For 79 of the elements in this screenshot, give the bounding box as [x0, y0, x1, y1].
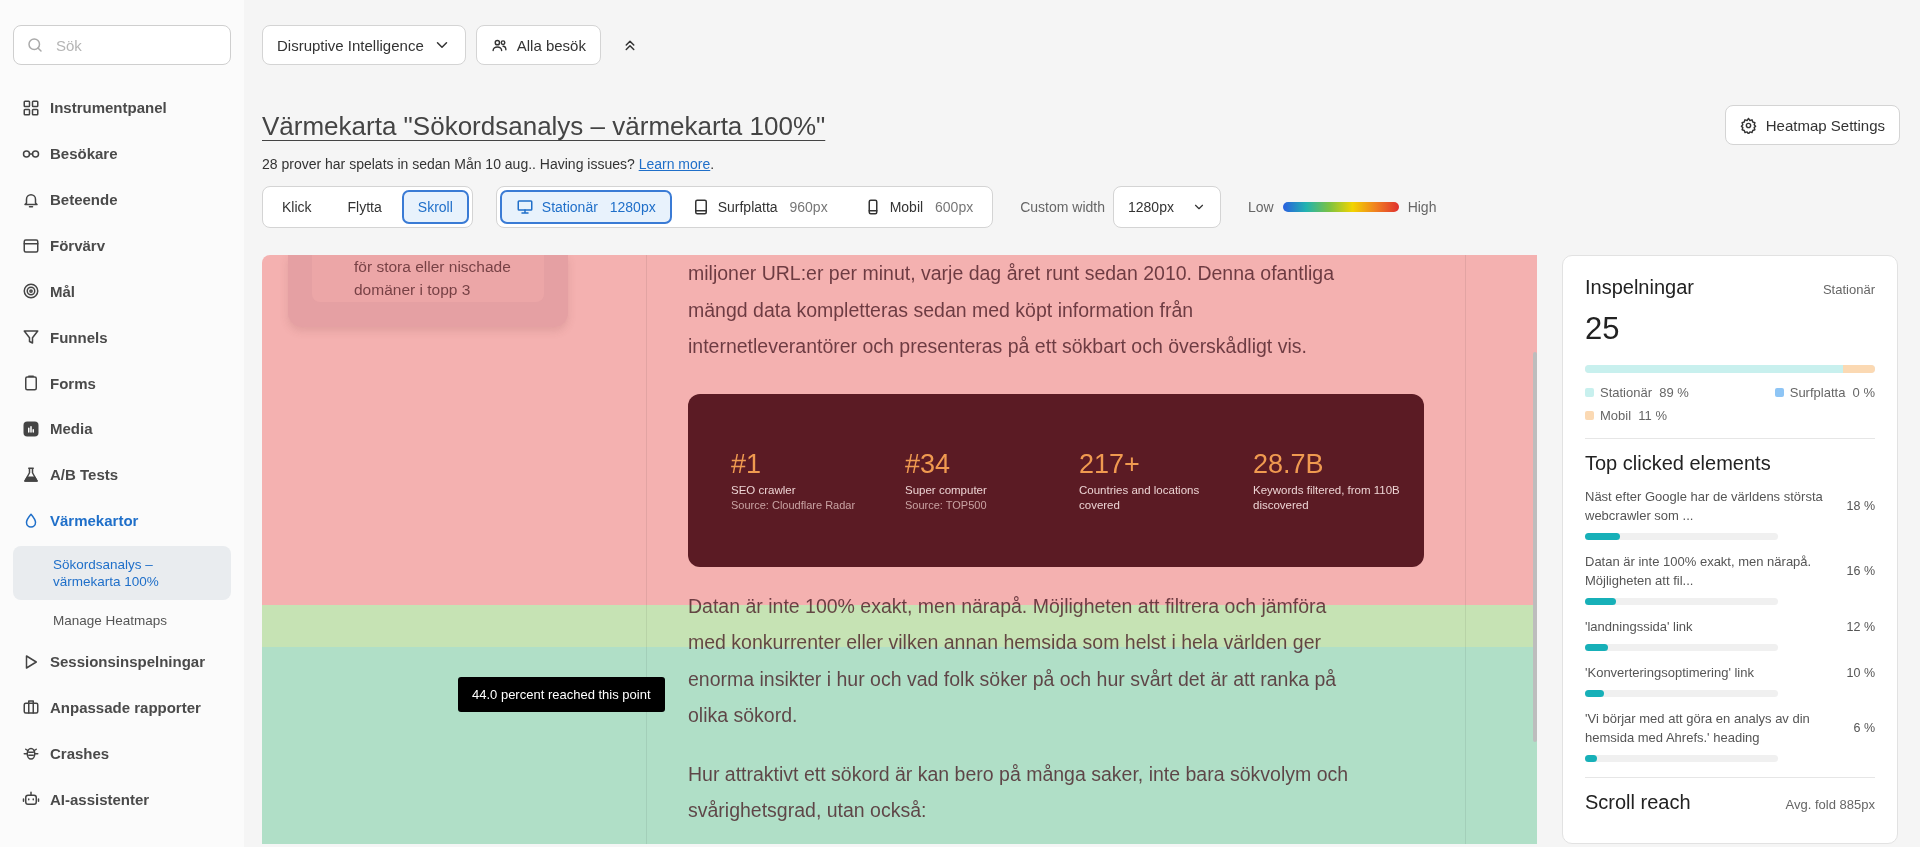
device-label: Stationär: [1822, 282, 1875, 297]
nav-item[interactable]: Anpassade rapporter: [13, 684, 231, 731]
nav-item[interactable]: Förvärv: [13, 222, 231, 269]
nav-item[interactable]: AI-assistenter: [13, 776, 231, 823]
nav-item[interactable]: A/B Tests: [13, 451, 231, 498]
paragraph-text: Datan är inte 100% exakt, men närapå. Möjligheten att filtrera och jämföra med konkurrenter eller vilken annan hemsida som helst i hela världen ger enorma insikter i hur och vad folk söker på och hur svårt det är att ranka på olika sökord.: [688, 593, 1338, 728]
device-tab[interactable]: Mobil 600px: [847, 190, 990, 224]
learn-more-link[interactable]: Learn more: [638, 156, 711, 172]
nav-item[interactable]: Besökare: [13, 130, 231, 177]
media-chart-icon: [22, 419, 40, 438]
click-percentage: 18 %: [1845, 499, 1875, 513]
stat-value: #1: [731, 447, 763, 480]
element-label: 'Konverteringsoptimering' link: [1585, 664, 1755, 682]
paragraph-text: Hur attraktivt ett sökord är kan bero på många saker, inte bara sökvolym och svårighetsgrad, utan också:: [688, 761, 1350, 823]
funnel-icon: [22, 328, 40, 347]
target-icon: [22, 282, 40, 301]
paragraph-text: miljoner URL:er per minut, varje dag året runt sedan 2010. Denna ofantliga mängd data kompletteras sedan med köpt information från internetleverantörer och presenteras på ett sökbart och överskådligt vis.: [688, 261, 1336, 359]
page-title: Värmekarta "Sökordsanalys – värmekarta 100%": [262, 111, 826, 142]
heatmap-type-tab[interactable]: Skroll: [401, 190, 469, 224]
stat-source: Source: Cloudflare Radar: [731, 497, 857, 513]
stat-label: SEO crawler: [731, 482, 797, 498]
tooltip: 44.0 percent reached this point: [458, 677, 665, 712]
clipboard-icon: [22, 374, 40, 393]
click-percentage: 10 %: [1845, 665, 1875, 680]
stat-label: Countries and locations covered: [1079, 482, 1201, 513]
section-title: Top clicked elements: [1585, 452, 1772, 475]
nav-item[interactable]: Mål: [13, 268, 231, 315]
grid-icon: [22, 98, 40, 117]
heatmap-type-tab[interactable]: Klick: [266, 190, 328, 224]
nav-subitem[interactable]: Manage Heatmaps: [13, 603, 231, 637]
monitor-icon: [515, 198, 534, 216]
site-selector[interactable]: Disruptive Intelligence: [262, 25, 466, 65]
element-label: 'landningssida' link: [1585, 618, 1694, 636]
nav-subitem[interactable]: Sökordsanalys – värmekarta 100%: [13, 545, 231, 600]
flask-icon: [22, 465, 40, 484]
heatmap-settings-button[interactable]: Heatmap Settings: [1724, 105, 1900, 145]
panel-title: Inspelningar: [1585, 276, 1694, 299]
element-label: Näst efter Google har de världens största webcrawler som ...: [1585, 488, 1824, 525]
legend-low-label: Low: [1247, 199, 1274, 215]
legend-label: Mobil 11 %: [1600, 408, 1667, 423]
recording-info-text: 28 prover har spelats in sedan Mån 10 aug.. Having issues? Learn more.: [262, 156, 716, 172]
element-label: 'Vi börjar med att göra en analys av din hemsida med Ahrefs.' heading: [1585, 710, 1811, 747]
avg-fold-label: Avg. fold 885px: [1785, 797, 1875, 812]
element-label: Datan är inte 100% exakt, men närapå. Möjligheten att fil...: [1585, 553, 1813, 590]
search-icon: [26, 36, 44, 54]
legend-label: Stationär 89 %: [1600, 385, 1689, 400]
heatmap-type-tab[interactable]: Flytta: [331, 190, 398, 224]
device-tab[interactable]: Stationär 1280px: [499, 190, 672, 224]
stat-label: Keywords filtered, from 110B discovered: [1253, 482, 1401, 513]
nav-item[interactable]: Forms: [13, 360, 231, 406]
card-text: för stora eller nischade domäner i topp 3: [312, 255, 544, 302]
nav-item[interactable]: Funnels: [13, 314, 231, 361]
click-percentage: 16 %: [1845, 564, 1875, 578]
stat-value: 28.7B: [1253, 447, 1325, 480]
click-percentage: 6 %: [1852, 721, 1875, 735]
stat-value: 217+: [1079, 447, 1141, 480]
nav-item[interactable]: Värmekartor: [13, 497, 231, 544]
nav-item[interactable]: Beteende: [13, 176, 231, 223]
nav-item[interactable]: Sessionsinspelningar: [13, 638, 231, 685]
nav-item[interactable]: Media: [13, 406, 231, 452]
stat-label: Super computer: [905, 482, 988, 498]
nav-item[interactable]: Instrumentpanel: [13, 85, 231, 131]
segment-button[interactable]: Alla besök: [475, 25, 601, 65]
legend-label: Surfplatta 0 %: [1789, 385, 1875, 400]
recording-count: 25: [1585, 311, 1621, 347]
settings-icon: [1739, 116, 1757, 134]
device-tab[interactable]: Surfplatta 960px: [675, 190, 844, 224]
briefcase-icon: [22, 698, 40, 717]
click-percentage: 12 %: [1845, 619, 1875, 634]
search-field[interactable]: Sök: [13, 25, 231, 65]
stat-source: Source: TOP500: [905, 497, 988, 513]
custom-width-label: Custom width: [1020, 199, 1105, 215]
stat-value: #34: [905, 447, 952, 480]
scrollbar-thumb[interactable]: [1533, 352, 1537, 742]
width-dropdown[interactable]: 1280px: [1113, 186, 1221, 228]
browser-window-icon: [22, 236, 40, 255]
nav-item[interactable]: Crashes: [13, 730, 231, 777]
legend-high-label: High: [1407, 199, 1437, 215]
section-title: Scroll reach: [1585, 791, 1691, 814]
